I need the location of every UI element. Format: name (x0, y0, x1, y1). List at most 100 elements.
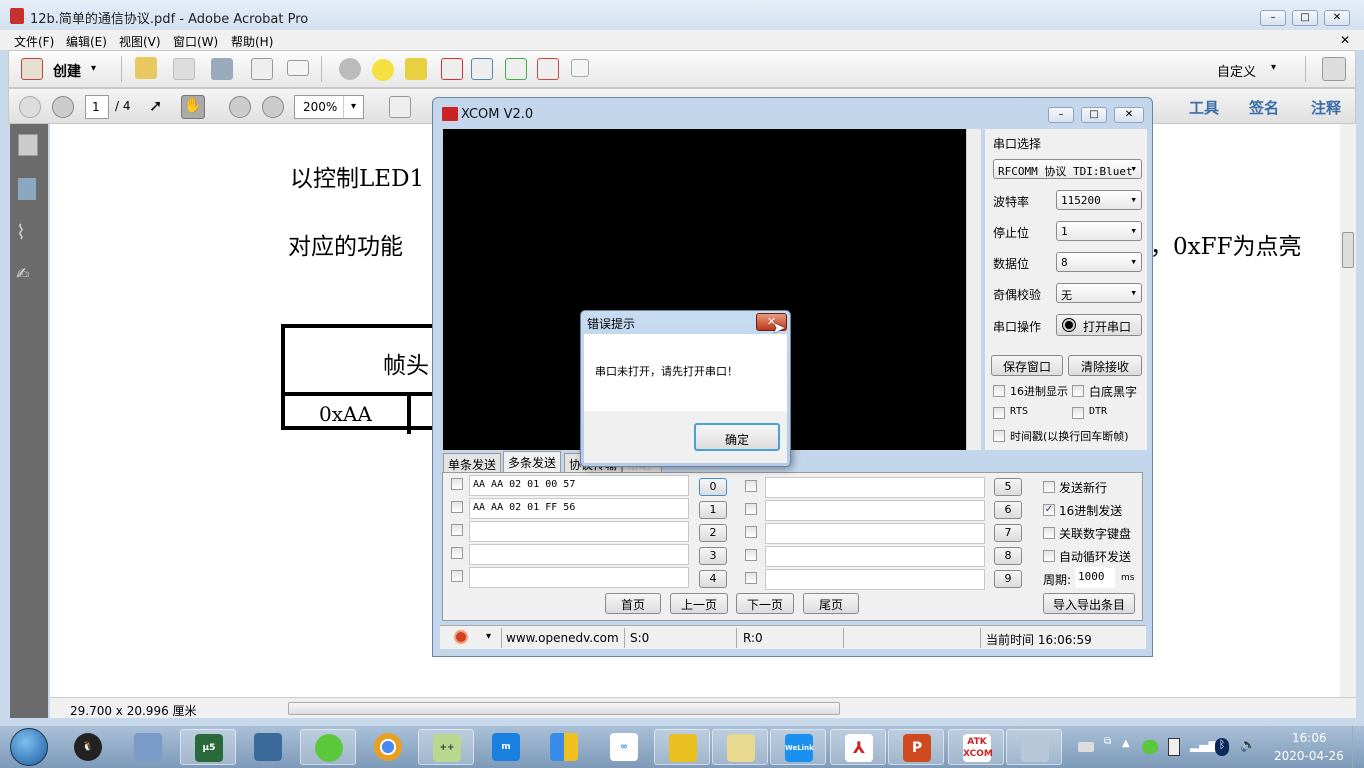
pages-icon[interactable] (18, 134, 38, 156)
menu-help[interactable]: 帮助(H) (231, 33, 273, 50)
taskbar-sticky-notes[interactable] (654, 729, 710, 765)
pdf-delete-icon[interactable] (441, 58, 463, 80)
close-button[interactable]: ✕ (1324, 10, 1350, 26)
print-icon[interactable] (211, 58, 233, 80)
gear-icon[interactable] (339, 58, 361, 80)
taskbar-calculator[interactable] (1006, 729, 1062, 765)
port-select[interactable]: RFCOMM 协议 TDI:Bluet (993, 159, 1142, 179)
comment-icon[interactable] (372, 59, 394, 81)
clock-date[interactable]: 2020-04-26 (1274, 749, 1344, 763)
baud-select[interactable]: 115200 (1056, 190, 1142, 210)
send-row-checkbox[interactable] (451, 570, 463, 582)
send-row-checkbox[interactable] (451, 524, 463, 536)
send-button-6[interactable]: 6 (994, 501, 1022, 519)
settings-dropdown-icon[interactable] (454, 630, 468, 644)
taskbar-google-maps[interactable] (536, 729, 592, 765)
text-edit-icon[interactable] (405, 58, 427, 80)
hand-tool-icon[interactable]: ✋ (181, 95, 205, 119)
select-tool-icon[interactable]: ➚ (149, 96, 171, 118)
send-row-checkbox[interactable] (745, 549, 757, 561)
send-input[interactable] (765, 500, 985, 521)
taskbar-network-settings[interactable] (120, 729, 176, 765)
taskbar-welink[interactable]: WeLink (770, 729, 826, 765)
keyboard-icon[interactable] (1078, 742, 1094, 752)
open-icon[interactable] (135, 57, 157, 79)
send-input[interactable]: AA AA 02 01 00 57 (469, 475, 689, 496)
comment-pane-button[interactable]: 注释 (1311, 97, 1341, 118)
hex-display-checkbox[interactable] (993, 385, 1005, 397)
send-input[interactable] (469, 521, 689, 542)
zoom-in-icon[interactable] (262, 96, 284, 118)
numpad-checkbox[interactable] (1043, 527, 1055, 539)
tab-multi-send[interactable]: 多条发送 (503, 451, 562, 472)
taskbar-qq[interactable]: 🐧 (60, 729, 116, 765)
send-newline-checkbox[interactable] (1043, 481, 1055, 493)
send-button-4[interactable]: 4 (699, 570, 727, 588)
show-hidden-icons[interactable]: ▲ (1122, 738, 1130, 749)
next-page-button[interactable]: 下一页 (736, 593, 794, 614)
send-row-checkbox[interactable] (745, 503, 757, 515)
taskbar-atk-xcom[interactable]: ATK XCOM (948, 729, 1004, 765)
first-page-button[interactable]: 首页 (605, 593, 661, 614)
zoom-level-select[interactable]: 200% ▾ (294, 95, 364, 119)
send-row-checkbox[interactable] (451, 478, 463, 490)
send-button-5[interactable]: 5 (994, 478, 1022, 496)
prev-page-button[interactable]: 上一页 (670, 593, 728, 614)
signatures-icon[interactable]: ✍ (16, 264, 29, 283)
send-input[interactable] (765, 546, 985, 567)
tools-pane-button[interactable]: 工具 (1189, 97, 1219, 118)
xcom-minimize-button[interactable]: – (1048, 107, 1074, 123)
data-bits-select[interactable]: 8 (1056, 252, 1142, 272)
clock-time[interactable]: 16:06 (1292, 731, 1327, 745)
settings-dropdown-icon[interactable] (571, 59, 589, 77)
period-input[interactable]: 1000 (1075, 567, 1115, 588)
scroll-thumb[interactable] (1342, 232, 1354, 268)
menu-window[interactable]: 窗口(W) (173, 33, 218, 50)
taskbar-maxthon[interactable]: m (478, 729, 534, 765)
send-row-checkbox[interactable] (745, 480, 757, 492)
taskbar-wechat[interactable] (300, 729, 356, 765)
taskbar-stc-isp[interactable] (240, 729, 296, 765)
send-input[interactable] (765, 569, 985, 590)
horizontal-scrollbar[interactable] (288, 702, 840, 715)
pdf-export-icon[interactable] (505, 58, 527, 80)
parity-select[interactable]: 无 (1056, 283, 1142, 303)
taskbar-acrobat[interactable]: ⅄ (830, 729, 886, 765)
zoom-out-icon[interactable] (229, 96, 251, 118)
menu-edit[interactable]: 编辑(E) (66, 33, 107, 50)
send-button-7[interactable]: 7 (994, 524, 1022, 542)
doc-close-icon[interactable]: ✕ (1340, 33, 1350, 47)
bluetooth-icon[interactable]: ᛒ (1215, 738, 1229, 756)
send-button-0[interactable]: 0 (699, 478, 727, 496)
create-icon[interactable] (21, 58, 43, 80)
send-input[interactable]: AA AA 02 01 FF 56 (469, 498, 689, 519)
send-button-1[interactable]: 1 (699, 501, 727, 519)
next-page-icon[interactable] (52, 96, 74, 118)
website-link[interactable]: www.openedv.com (506, 631, 619, 645)
last-page-button[interactable]: 尾页 (803, 593, 859, 614)
sign-pane-button[interactable]: 签名 (1249, 97, 1279, 118)
timestamp-checkbox[interactable] (993, 430, 1005, 442)
send-row-checkbox[interactable] (745, 526, 757, 538)
tab-single-send[interactable]: 单条发送 (443, 453, 502, 472)
taskbar-powerpoint[interactable]: P (888, 729, 944, 765)
dtr-checkbox[interactable] (1072, 407, 1084, 419)
pdf-sign-icon[interactable] (537, 58, 559, 80)
pdf-search-icon[interactable] (471, 58, 493, 80)
fullscreen-icon[interactable] (1322, 57, 1346, 81)
send-input[interactable] (765, 477, 985, 498)
page-number-input[interactable]: 1 (85, 95, 109, 119)
prev-page-icon[interactable] (19, 96, 41, 118)
create-button[interactable]: 创建 (53, 61, 81, 81)
taskbar-keil-uvision5[interactable]: μ5 (180, 729, 236, 765)
wechat-tray-icon[interactable] (1142, 740, 1158, 754)
edit-icon[interactable] (251, 58, 273, 80)
taskbar-baidu-netdisk[interactable]: ∞ (596, 729, 652, 765)
stop-bits-select[interactable]: 1 (1056, 221, 1142, 241)
rts-checkbox[interactable] (993, 407, 1005, 419)
send-input[interactable] (469, 544, 689, 565)
clear-receive-button[interactable]: 清除接收 (1068, 355, 1142, 376)
white-bg-checkbox[interactable] (1072, 385, 1084, 397)
auto-loop-checkbox[interactable] (1043, 550, 1055, 562)
email-icon[interactable] (287, 60, 309, 76)
